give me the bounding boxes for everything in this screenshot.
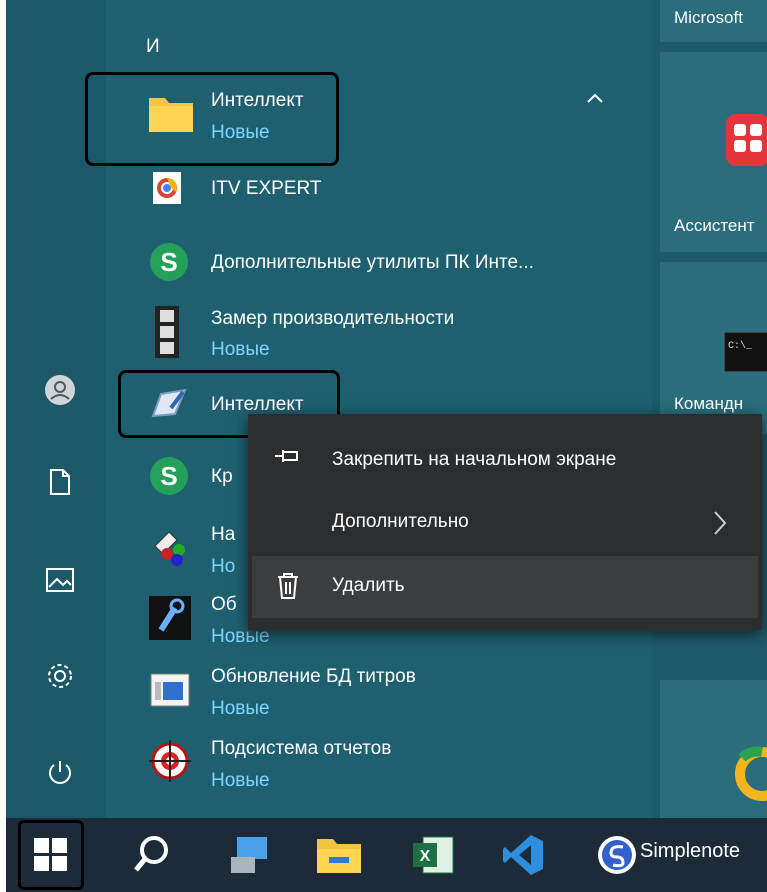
excel-icon: X bbox=[413, 836, 454, 874]
app-name: Кр bbox=[211, 466, 233, 487]
file-explorer-icon bbox=[317, 839, 361, 873]
pictures-button[interactable] bbox=[40, 560, 80, 600]
taskbar-app-label: Simplenote bbox=[640, 840, 741, 862]
context-item-label: Удалить bbox=[332, 575, 405, 596]
tile-label: Microsoft bbox=[674, 8, 743, 27]
taskbar-simplenote[interactable] bbox=[590, 828, 644, 882]
tile-assistant[interactable]: Ассистент bbox=[660, 52, 767, 252]
svg-text:S: S bbox=[160, 247, 177, 277]
chrome-icon bbox=[149, 170, 189, 210]
target-icon bbox=[149, 740, 191, 782]
simplenote-icon bbox=[598, 836, 636, 874]
chevron-up-icon[interactable] bbox=[586, 88, 604, 109]
power-icon bbox=[49, 761, 71, 784]
documents-button[interactable] bbox=[40, 462, 80, 502]
window-icon bbox=[149, 672, 190, 712]
user-account-button[interactable] bbox=[40, 370, 80, 410]
tiles-area: Microsoft Ассистент C:\_ Командн bbox=[652, 0, 767, 818]
tile-command-prompt[interactable]: C:\_ Командн bbox=[660, 262, 767, 434]
search-button[interactable] bbox=[126, 828, 180, 882]
highlight-box-folder bbox=[85, 72, 339, 166]
taskbar: X Simplenote bbox=[6, 818, 767, 892]
app-name: Дополнительные утилиты ПК Инте... bbox=[211, 252, 534, 273]
tile-label: Командн bbox=[674, 394, 744, 413]
wrench-icon bbox=[149, 596, 191, 640]
app-name: Подсистема отчетов bbox=[211, 738, 392, 759]
app-new-badge: Новые bbox=[211, 339, 270, 360]
app-item-itv-expert[interactable]: ITV EXPERT bbox=[149, 170, 449, 210]
taskbar-vscode[interactable] bbox=[496, 828, 550, 882]
document-icon bbox=[50, 469, 70, 495]
svg-text:X: X bbox=[420, 848, 431, 865]
gear-icon bbox=[48, 664, 72, 688]
chevron-right-icon bbox=[712, 510, 728, 542]
app-item-reports-subsystem[interactable]: Подсистема отчетов Новые bbox=[149, 736, 549, 796]
app-item-cutoff bbox=[211, 808, 431, 818]
pictures-icon bbox=[46, 568, 74, 592]
s-icon: S bbox=[149, 456, 189, 496]
context-item-uninstall[interactable]: Удалить bbox=[252, 556, 758, 618]
start-menu: И Интеллект Новые ITV EXPERT S Дополните… bbox=[6, 0, 767, 818]
s-icon: S bbox=[149, 242, 189, 282]
tile-microsoft[interactable]: Microsoft bbox=[660, 0, 767, 42]
taskbar-computer[interactable] bbox=[222, 828, 276, 882]
app-item-additional-utilities[interactable]: S Дополнительные утилиты ПК Инте... bbox=[149, 242, 629, 284]
app-new-badge: Новые bbox=[211, 698, 270, 719]
app-new-badge: Но bbox=[211, 556, 236, 577]
tile-q-app[interactable] bbox=[660, 680, 767, 818]
context-item-label: Дополнительно bbox=[332, 511, 469, 532]
tile-label: Ассистент bbox=[674, 216, 755, 235]
app-name: Замер производительности bbox=[211, 308, 455, 329]
svg-text:C:\_: C:\_ bbox=[728, 340, 753, 352]
power-button[interactable] bbox=[40, 752, 80, 792]
app-item-performance[interactable]: Замер производительности Новые bbox=[149, 306, 549, 366]
taskbar-file-explorer[interactable] bbox=[312, 828, 366, 882]
gears-icon bbox=[149, 526, 189, 566]
context-item-label: Закрепить на начальном экране bbox=[332, 449, 617, 470]
computer-icon bbox=[231, 837, 267, 873]
app-name: На bbox=[211, 524, 236, 545]
app-name: ITV EXPERT bbox=[211, 178, 322, 199]
section-letter[interactable]: И bbox=[146, 36, 160, 58]
search-icon bbox=[134, 836, 168, 872]
context-item-more[interactable]: Дополнительно bbox=[248, 492, 762, 554]
app-new-badge: Новые bbox=[211, 770, 270, 791]
windows-icon bbox=[34, 838, 67, 871]
start-button[interactable] bbox=[18, 820, 84, 890]
app-name: Об bbox=[211, 594, 237, 615]
settings-button[interactable] bbox=[40, 656, 80, 696]
context-item-pin-to-start[interactable]: Закрепить на начальном экране bbox=[248, 430, 762, 492]
context-menu: Закрепить на начальном экране Дополнител… bbox=[248, 414, 762, 630]
user-icon bbox=[45, 375, 75, 405]
svg-text:S: S bbox=[160, 461, 177, 491]
app-item-update-titles-db[interactable]: Обновление БД титров Новые bbox=[149, 664, 549, 724]
app-name: Обновление БД титров bbox=[211, 666, 416, 687]
assistant-icon bbox=[726, 114, 767, 166]
command-prompt-icon: C:\_ bbox=[724, 332, 767, 372]
trash-icon bbox=[272, 572, 304, 606]
film-icon bbox=[149, 306, 189, 358]
taskbar-excel[interactable]: X bbox=[406, 828, 460, 882]
vscode-icon bbox=[503, 835, 543, 875]
pin-icon bbox=[272, 446, 304, 472]
q-app-icon bbox=[735, 746, 767, 801]
